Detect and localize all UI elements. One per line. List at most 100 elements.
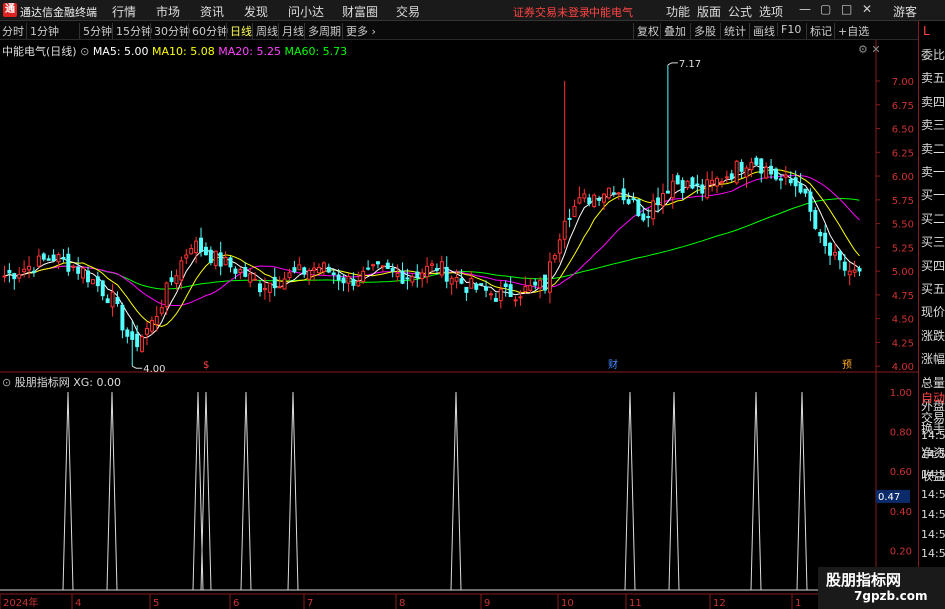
candle-body [292, 267, 297, 273]
period-tab[interactable]: 分时 [2, 23, 24, 39]
period-tab[interactable]: 60分钟 [188, 23, 228, 39]
candle-body [248, 273, 253, 283]
period-tab[interactable]: 30分钟 [150, 23, 190, 39]
menu-discover[interactable]: 发现 [244, 3, 268, 20]
price-tick-label: 5.25 [892, 243, 914, 254]
settings-icon[interactable]: ⊙ [2, 376, 11, 389]
candle-body [22, 268, 27, 273]
period-tab[interactable]: 周线 [252, 23, 278, 39]
sidebar-item[interactable]: 买四 [921, 257, 945, 274]
sidebar-item[interactable]: 卖五 [921, 69, 945, 86]
sidebar-item[interactable]: 买一 [921, 186, 945, 203]
candle-body [852, 269, 857, 273]
close-icon[interactable]: ✕ [862, 2, 872, 16]
minimize-icon[interactable]: — [799, 2, 811, 16]
candle-body [469, 278, 474, 289]
candle-body [715, 177, 720, 187]
sidebar-item[interactable]: 交易 [921, 409, 945, 426]
candle-body [56, 253, 61, 263]
menu-trade[interactable]: 交易 [396, 3, 420, 20]
price-tick-label: 7.00 [892, 77, 914, 88]
date-tick-label: 4 [75, 598, 81, 609]
sidebar-item[interactable]: 卖三 [921, 116, 945, 133]
trade-login-warning[interactable]: 证券交易未登录 [513, 4, 590, 20]
candle-body [597, 198, 602, 201]
sidebar-item[interactable]: 涨幅 [921, 350, 945, 367]
candle-body [828, 242, 833, 256]
sidebar-item[interactable]: 委比 [921, 46, 945, 63]
candle-body [832, 251, 837, 256]
tool-overlay[interactable]: 叠加 [660, 23, 689, 39]
tool-add-watchlist[interactable]: +自选 [834, 23, 872, 39]
settings-icon[interactable]: ⊙ [80, 45, 89, 58]
guest-user[interactable]: 游客 [893, 3, 917, 20]
candle-body [705, 179, 710, 199]
price-tick-label: 6.50 [892, 125, 914, 136]
indicator-title: 股朋指标网 [14, 376, 70, 389]
menu-wealth[interactable]: 财富圈 [342, 3, 378, 20]
date-tick-label: 6 [233, 598, 239, 609]
period-tab[interactable]: 5分钟 [79, 23, 112, 39]
settings-icon[interactable]: ⚙ [858, 43, 868, 56]
period-tab-daily[interactable]: 日线 [226, 23, 252, 39]
sidebar-item[interactable]: 自动 [921, 389, 945, 406]
period-tab[interactable]: 月线 [278, 23, 304, 39]
menu-formula[interactable]: 公式 [728, 3, 752, 20]
period-tab[interactable]: 15分钟 [112, 23, 152, 39]
tool-draw[interactable]: 画线 [749, 23, 778, 39]
candle-body [778, 178, 783, 181]
sidebar-item[interactable]: 买五 [921, 280, 945, 297]
close-icon[interactable]: ✕ [871, 43, 880, 56]
tick-time: 14:56 [921, 488, 945, 501]
sidebar-item[interactable]: 买三 [921, 233, 945, 250]
price-tick-label: 4.25 [892, 338, 914, 349]
menu-ask[interactable]: 问小达 [288, 3, 324, 20]
candle-body [572, 205, 577, 218]
sidebar-item[interactable]: 买二 [921, 210, 945, 227]
candle-body [208, 249, 213, 263]
price-tick-label: 5.75 [892, 196, 914, 207]
menu-quotes[interactable]: 行情 [112, 3, 136, 20]
sidebar-item[interactable]: 卖四 [921, 93, 945, 110]
candle-body [238, 268, 243, 273]
tool-mark[interactable]: 标记 [806, 23, 835, 39]
restore-icon[interactable]: ▢ [820, 2, 831, 16]
current-value: 0.47 [878, 492, 900, 503]
sidebar-item[interactable]: 涨跌 [921, 327, 945, 344]
candle-body [282, 278, 287, 290]
menu-news[interactable]: 资讯 [200, 3, 224, 20]
date-tick-label: 2024年 [3, 596, 38, 609]
candle-body [631, 198, 636, 201]
candle-body [857, 268, 862, 272]
menu-options[interactable]: 选项 [759, 3, 783, 20]
sidebar-item[interactable]: 卖二 [921, 140, 945, 157]
menu-function[interactable]: 功能 [666, 3, 690, 20]
tool-stats[interactable]: 统计 [720, 23, 749, 39]
tool-multi[interactable]: 多股 [690, 23, 719, 39]
tick-time: 14:56 [921, 428, 945, 442]
candle-body [159, 307, 164, 314]
date-tick-label: 8 [399, 598, 405, 609]
candle-body [538, 279, 543, 289]
maximize-icon[interactable]: □ [841, 2, 852, 16]
candle-body [425, 265, 430, 278]
sidebar-item[interactable]: 现价 [921, 303, 945, 320]
period-tab[interactable]: 1分钟 [26, 23, 59, 39]
menu-market[interactable]: 市场 [156, 3, 180, 20]
candle-body [479, 283, 484, 286]
high-label: 7.17 [679, 59, 701, 70]
candle-body [434, 268, 439, 271]
kline-chart[interactable]: 7.00 6.75 6.50 6.25 6.00 5.75 5.50 5.25 5.00 4.75… [0, 40, 918, 609]
menu-layout[interactable]: 版面 [697, 3, 721, 20]
candle-body [105, 298, 110, 304]
tick-time: 14:56 [921, 527, 945, 541]
tool-adjust[interactable]: 复权 [633, 23, 662, 39]
sidebar-item[interactable]: 卖一 [921, 163, 945, 180]
period-more[interactable]: 更多 › [342, 23, 376, 39]
sub-legend: ⊙ 股朋指标网 XG: 0.00 [2, 374, 121, 390]
period-tab[interactable]: 多周期 [304, 23, 341, 39]
candle-body [351, 278, 356, 286]
candle-body [513, 299, 518, 302]
tool-f10[interactable]: F10 [777, 23, 804, 36]
candle-body [636, 199, 641, 217]
